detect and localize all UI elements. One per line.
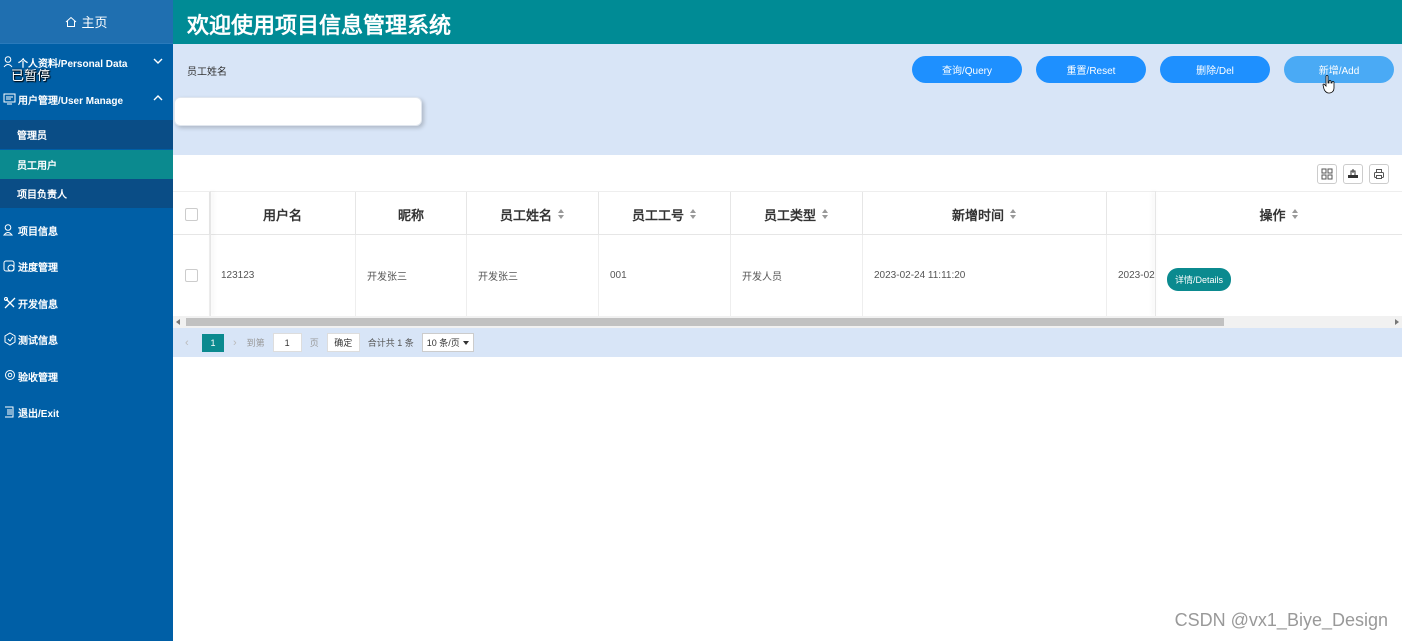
sidebar-item-test-info[interactable]: 测试信息 xyxy=(0,321,173,357)
user-manage-icon xyxy=(3,93,16,105)
accept-icon xyxy=(5,370,15,380)
table-row[interactable]: 123123 开发张三 开发张三 001 开发人员 2023-02-24 11:… xyxy=(173,235,1402,316)
row-select-cell xyxy=(173,235,210,316)
sidebar-item-dev-info[interactable]: 开发信息 xyxy=(0,285,173,321)
watermark: CSDN @vx1_Biye_Design xyxy=(1174,610,1388,630)
select-all-checkbox[interactable] xyxy=(184,207,198,221)
employee-name-input[interactable] xyxy=(174,97,422,126)
sort-icon[interactable] xyxy=(1291,209,1299,219)
add-button[interactable]: 新增/Add xyxy=(1284,56,1394,83)
search-label: 员工姓名 xyxy=(187,67,227,78)
page-size-select[interactable]: 10 条/页 xyxy=(421,333,474,352)
select-all-cell xyxy=(173,192,210,236)
col-extra xyxy=(1107,192,1156,236)
page-size-value: 10 条/页 xyxy=(426,338,460,348)
paused-overlay: 已暂停 xyxy=(11,68,51,83)
sidebar-item-user-manage[interactable]: 用户管理/User Manage xyxy=(0,81,173,117)
fixed-right-divider xyxy=(1155,191,1156,316)
sidebar-item-exit[interactable]: 退出/Exit xyxy=(0,394,173,430)
sidebar-subitem-employee[interactable]: 员工用户 xyxy=(0,150,173,179)
chevron-down-icon xyxy=(462,340,469,345)
sidebar-item-label: 测试信息 xyxy=(18,335,58,347)
page-title: 欢迎使用项目信息管理系统 xyxy=(187,13,452,38)
scrollbar-thumb[interactable] xyxy=(186,318,1224,326)
sidebar: 主页 个人资料/Personal Data 用户管理/User Manage 管… xyxy=(0,0,173,641)
cell-employee-type: 开发人员 xyxy=(731,235,863,316)
sidebar-item-acceptance[interactable]: 验收管理 xyxy=(0,358,173,394)
col-nickname[interactable]: 昵称 xyxy=(356,192,467,236)
home-icon xyxy=(66,16,77,27)
cell-actions: 详情/Details xyxy=(1156,235,1402,316)
sidebar-home[interactable]: 主页 xyxy=(0,0,173,44)
col-employee-type[interactable]: 员工类型 xyxy=(731,192,863,236)
test-icon xyxy=(4,332,16,346)
prev-page-icon[interactable]: ‹ xyxy=(185,337,193,348)
cell-nickname: 开发张三 xyxy=(356,235,467,316)
page-label: 页 xyxy=(309,338,319,348)
sidebar-subitem-project-lead[interactable]: 项目负责人 xyxy=(0,179,173,208)
progress-icon xyxy=(3,260,15,272)
sidebar-item-project-info[interactable]: 项目信息 xyxy=(0,212,173,248)
sidebar-item-label: 开发信息 xyxy=(18,299,58,311)
sort-icon[interactable] xyxy=(822,209,829,219)
sidebar-subitem-admin[interactable]: 管理员 xyxy=(0,120,173,149)
pagination: ‹ 1 › 到第 1 页 确定 合计共 1 条 10 条/页 xyxy=(173,328,1402,357)
scroll-right-icon[interactable] xyxy=(1395,319,1399,325)
scroll-left-icon[interactable] xyxy=(176,319,180,325)
cell-employee-name: 开发张三 xyxy=(467,235,599,316)
sidebar-item-progress[interactable]: 进度管理 xyxy=(0,248,173,284)
cell-extra: 2023-02 xyxy=(1107,235,1156,316)
export-icon[interactable] xyxy=(1343,164,1363,184)
sidebar-item-label: 退出/Exit xyxy=(18,408,60,420)
col-username[interactable]: 用户名 xyxy=(210,192,356,236)
project-icon xyxy=(3,224,14,236)
cell-employee-no: 001 xyxy=(599,235,731,316)
cell-created-time: 2023-02-24 11:11:20 xyxy=(863,235,1107,316)
sidebar-item-label: 用户管理/User Manage xyxy=(18,95,124,107)
delete-button[interactable]: 删除/Del xyxy=(1160,56,1270,83)
goto-page-input[interactable]: 1 xyxy=(272,333,302,352)
horizontal-scrollbar[interactable] xyxy=(173,316,1402,328)
cell-username: 123123 xyxy=(210,235,356,316)
col-created-time[interactable]: 新增时间 xyxy=(863,192,1107,236)
reset-button[interactable]: 重置/Reset xyxy=(1036,56,1146,83)
sort-icon[interactable] xyxy=(558,209,565,219)
search-panel: 员工姓名 查询/Query 重置/Reset 删除/Del 新增/Add xyxy=(173,44,1402,155)
row-checkbox[interactable] xyxy=(184,269,198,282)
sort-icon[interactable] xyxy=(690,209,697,219)
sidebar-item-label: 项目信息 xyxy=(18,226,58,238)
table-header: 用户名 昵称 员工姓名 员工工号 员工类型 新增时间 操作 xyxy=(173,191,1402,236)
next-page-icon[interactable]: › xyxy=(233,337,237,349)
fixed-left-divider xyxy=(210,191,211,316)
dev-icon xyxy=(4,297,16,309)
print-icon[interactable] xyxy=(1369,164,1389,184)
goto-label: 到第 xyxy=(246,338,265,348)
header-bar: 欢迎使用项目信息管理系统 xyxy=(173,0,1402,44)
goto-confirm-button[interactable]: 确定 xyxy=(326,333,360,352)
total-count: 合计共 1 条 xyxy=(367,338,414,348)
columns-icon[interactable] xyxy=(1317,164,1337,184)
col-employee-no[interactable]: 员工工号 xyxy=(599,192,731,236)
exit-icon xyxy=(5,406,14,418)
chevron-down-icon xyxy=(153,58,163,64)
query-button[interactable]: 查询/Query xyxy=(912,56,1022,83)
details-button[interactable]: 详情/Details xyxy=(1167,268,1232,291)
hand-cursor-icon xyxy=(1322,75,1335,94)
sidebar-item-label: 验收管理 xyxy=(18,372,58,384)
sort-icon[interactable] xyxy=(1010,209,1017,219)
col-actions[interactable]: 操作 xyxy=(1156,192,1402,236)
current-page-button[interactable]: 1 xyxy=(202,333,224,352)
sidebar-home-label: 主页 xyxy=(81,15,108,30)
col-employee-name[interactable]: 员工姓名 xyxy=(467,192,599,236)
chevron-up-icon xyxy=(153,95,163,101)
sidebar-item-label: 进度管理 xyxy=(18,262,58,274)
